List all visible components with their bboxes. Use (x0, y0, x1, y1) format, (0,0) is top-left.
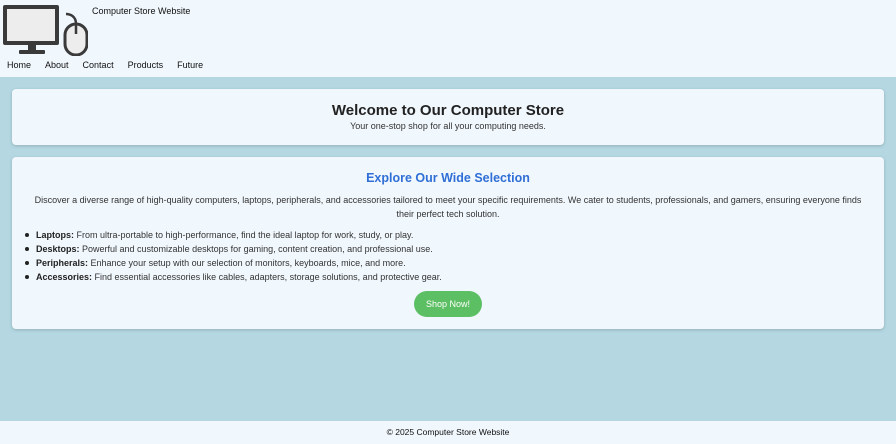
feature-text: Enhance your setup with our selection of… (88, 258, 406, 268)
site-header: Computer Store Website Home About Contac… (0, 0, 896, 77)
computer-mouse-icon[interactable] (2, 4, 89, 57)
nav-about[interactable]: About (45, 60, 69, 70)
feature-label: Peripherals: (36, 258, 89, 268)
main-nav: Home About Contact Products Future (7, 60, 217, 70)
section-description: Discover a diverse range of high-quality… (34, 195, 862, 219)
nav-products[interactable]: Products (128, 60, 164, 70)
feature-text: Powerful and customizable desktops for g… (79, 244, 433, 254)
feature-text: Find essential accessories like cables, … (92, 272, 442, 282)
shop-now-button[interactable]: Shop Now! (414, 291, 482, 317)
selection-card: Explore Our Wide Selection Discover a di… (12, 157, 884, 329)
list-item: Peripherals: Enhance your setup with our… (24, 256, 884, 270)
feature-text: From ultra-portable to high-performance,… (74, 230, 414, 240)
nav-home[interactable]: Home (7, 60, 31, 70)
list-item: Accessories: Find essential accessories … (24, 270, 884, 284)
site-title: Computer Store Website (92, 6, 191, 16)
feature-label: Accessories: (36, 272, 93, 282)
nav-contact[interactable]: Contact (83, 60, 114, 70)
list-item: Desktops: Powerful and customizable desk… (24, 242, 884, 256)
feature-label: Laptops: (36, 230, 74, 240)
nav-future[interactable]: Future (177, 60, 203, 70)
list-item: Laptops: From ultra-portable to high-per… (24, 228, 884, 242)
feature-label: Desktops: (36, 244, 80, 254)
copyright-text: © 2025 Computer Store Website (386, 427, 510, 437)
section-title: Explore Our Wide Selection (366, 171, 530, 185)
hero-card: Welcome to Our Computer Store Your one-s… (12, 89, 884, 145)
hero-subtitle: Your one-stop shop for all your computin… (350, 121, 546, 131)
feature-list: Laptops: From ultra-portable to high-per… (24, 228, 884, 284)
site-footer: © 2025 Computer Store Website (0, 421, 896, 444)
hero-title: Welcome to Our Computer Store (331, 102, 565, 119)
